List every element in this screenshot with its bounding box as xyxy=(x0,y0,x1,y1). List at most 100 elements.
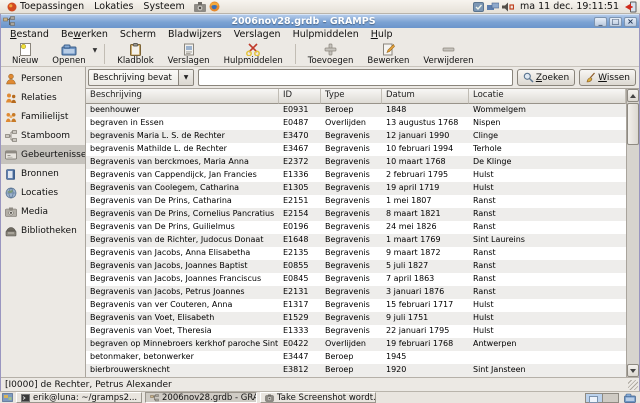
table-row[interactable]: beenhouwer E0931 Beroep 1848 Wommelgem xyxy=(86,104,626,117)
table-row[interactable]: Begravenis van Coolegem, Catharina E1305… xyxy=(86,182,626,195)
sidebar-item-media[interactable]: Media xyxy=(1,202,85,221)
update-notifier-icon[interactable] xyxy=(473,2,484,12)
cell-beschrijving: Begravenis van Jacobs, Anna Elisabetha xyxy=(86,247,279,260)
table-row[interactable]: Begravenis van Voet, Elisabeth E1529 Beg… xyxy=(86,312,626,325)
menu-hulpmiddelen[interactable]: Hulpmiddelen xyxy=(287,28,365,41)
search-button[interactable]: Zoeken xyxy=(517,69,575,86)
open-button[interactable]: Openen xyxy=(45,42,92,66)
workspace-2[interactable] xyxy=(602,394,618,402)
search-input[interactable] xyxy=(198,69,513,86)
add-button[interactable]: Toevoegen xyxy=(301,42,361,66)
filter-field-select[interactable]: Beschrijving bevat ▼ xyxy=(88,69,194,86)
logout-icon[interactable] xyxy=(625,1,637,13)
table-row[interactable]: Begravenis van De Prins, Catharina E2151… xyxy=(86,195,626,208)
sidebar-item-gebeurtenissen[interactable]: Gebeurtenissen xyxy=(1,145,85,164)
open-dropdown-arrow[interactable]: ▼ xyxy=(93,42,100,54)
table-row[interactable]: bierbrouwersknecht E3812 Beroep 1920 Sin… xyxy=(86,364,626,377)
trash-icon[interactable] xyxy=(624,393,636,403)
places-menu[interactable]: Lokaties xyxy=(89,0,138,13)
titlebar[interactable]: 2006nov28.grdb - GRAMPS _ □ × xyxy=(1,14,639,28)
sidebar-item-familielijst[interactable]: Familielijst xyxy=(1,107,85,126)
sidebar-item-locaties[interactable]: Locaties xyxy=(1,183,85,202)
cell-locatie: Sint Jansteen xyxy=(469,364,626,377)
firefox-launcher-icon[interactable] xyxy=(209,1,220,12)
menu-hulp[interactable]: Hulp xyxy=(365,28,399,41)
workspace-1[interactable] xyxy=(586,394,602,402)
applications-menu[interactable]: Toepassingen xyxy=(2,0,89,13)
scroll-down-button[interactable] xyxy=(627,364,639,377)
cell-locatie: Terhole xyxy=(469,143,626,156)
column-header-locatie[interactable]: Locatie xyxy=(469,89,626,104)
cell-beschrijving: Begravenis van Voet, Elisabeth xyxy=(86,312,279,325)
scratchpad-button[interactable]: Kladblok xyxy=(110,42,160,66)
task-terminal[interactable]: erik@luna: ~/gramps2... xyxy=(16,392,142,403)
column-header-datum[interactable]: Datum xyxy=(382,89,469,104)
sidebar-item-bronnen[interactable]: Bronnen xyxy=(1,164,85,183)
workspace-switcher[interactable] xyxy=(585,393,619,403)
volume-icon[interactable] xyxy=(502,2,514,12)
column-header-type[interactable]: Type xyxy=(321,89,382,104)
remove-button[interactable]: Verwijderen xyxy=(416,42,480,66)
sidebar-item-personen[interactable]: Personen xyxy=(1,69,85,88)
sidebar-item-bibliotheken[interactable]: Bibliotheken xyxy=(1,221,85,240)
table-row[interactable]: Begravenis van de Richter, Judocus Donaa… xyxy=(86,234,626,247)
cell-type: Begravenis xyxy=(321,286,382,299)
panel-clock[interactable]: ma 11 dec. 19:11:51 xyxy=(517,1,622,12)
maximize-button[interactable]: □ xyxy=(609,17,622,27)
table-row[interactable]: Begravenis van Jacobs, Joannes Franciscu… xyxy=(86,273,626,286)
column-header-id[interactable]: ID xyxy=(279,89,321,104)
sidebar-item-stamboom[interactable]: Stamboom xyxy=(1,126,85,145)
table-row[interactable]: begravenis Maria L. S. de Rechter E3470 … xyxy=(86,130,626,143)
cell-locatie: Hulst xyxy=(469,299,626,312)
menu-verslagen[interactable]: Verslagen xyxy=(228,28,287,41)
menu-bestand[interactable]: Bestand xyxy=(4,28,55,41)
relationships-icon xyxy=(5,92,17,104)
table-row[interactable]: Begravenis van ver Couteren, Anna E1317 … xyxy=(86,299,626,312)
vertical-scrollbar[interactable] xyxy=(626,89,639,377)
close-button[interactable]: × xyxy=(624,17,637,27)
table-row[interactable]: begraven in Essen E0487 Overlijden 13 au… xyxy=(86,117,626,130)
screenshot-launcher-icon[interactable] xyxy=(194,2,206,12)
task-screenshot[interactable]: Take Screenshot wordt... xyxy=(260,392,376,403)
show-desktop-icon[interactable] xyxy=(2,393,13,402)
search-icon xyxy=(523,72,534,83)
table-row[interactable]: Begravenis van Cappendijck, Jan Francies… xyxy=(86,169,626,182)
new-document-icon xyxy=(18,43,33,56)
cell-datum: 8 maart 1821 xyxy=(382,208,469,221)
table-row[interactable]: Begravenis van De Prins, Guilielmus E019… xyxy=(86,221,626,234)
sidebar-label: Stamboom xyxy=(21,131,70,141)
places-icon xyxy=(5,187,17,199)
table-row[interactable]: Begravenis van De Prins, Cornelius Pancr… xyxy=(86,208,626,221)
table-row[interactable]: begravenis Mathilde L. de Rechter E3467 … xyxy=(86,143,626,156)
table-row[interactable]: betonmaker, betonwerker E3447 Beroep 194… xyxy=(86,351,626,364)
cell-beschrijving: Begravenis van Jacobs, Petrus Joannes xyxy=(86,286,279,299)
edit-button[interactable]: Bewerken xyxy=(360,42,416,66)
menu-scherm[interactable]: Scherm xyxy=(114,28,162,41)
task-gramps[interactable]: 2006nov28.grdb - GRA... xyxy=(145,392,257,403)
scrollbar-thumb[interactable] xyxy=(627,103,639,145)
table-row[interactable]: Begravenis van Jacobs, Joannes Baptist E… xyxy=(86,260,626,273)
cell-id: E0196 xyxy=(279,221,321,234)
cell-type: Begravenis xyxy=(321,247,382,260)
table-row[interactable]: Begravenis van berckmoes, Maria Anna E23… xyxy=(86,156,626,169)
network-monitor-icon[interactable] xyxy=(487,2,499,12)
combo-arrow-icon[interactable]: ▼ xyxy=(178,70,193,85)
minimize-button[interactable]: _ xyxy=(594,17,607,27)
column-header-beschrijving[interactable]: Beschrijving xyxy=(86,89,279,104)
menu-bladwijzers[interactable]: Bladwijzers xyxy=(162,28,228,41)
toolbar-separator xyxy=(104,44,105,64)
sidebar-item-relaties[interactable]: Relaties xyxy=(1,88,85,107)
table-row[interactable]: begraven op Minnebroers kerkhof paroche … xyxy=(86,338,626,351)
scroll-up-button[interactable] xyxy=(627,89,639,102)
clear-button[interactable]: Wissen xyxy=(579,69,636,86)
menu-bewerken[interactable]: Bewerken xyxy=(55,28,114,41)
reports-button[interactable]: Verslagen xyxy=(161,42,217,66)
system-menu[interactable]: Systeem xyxy=(138,0,189,13)
table-row[interactable]: Begravenis van Voet, Theresia E1333 Begr… xyxy=(86,325,626,338)
resize-grip[interactable] xyxy=(628,380,638,390)
cell-beschrijving: Begravenis van Cappendijck, Jan Francies xyxy=(86,169,279,182)
tools-button[interactable]: Hulpmiddelen xyxy=(217,42,290,66)
table-row[interactable]: Begravenis van Jacobs, Anna Elisabetha E… xyxy=(86,247,626,260)
table-row[interactable]: Begravenis van Jacobs, Petrus Joannes E2… xyxy=(86,286,626,299)
new-button[interactable]: Nieuw xyxy=(5,42,45,66)
